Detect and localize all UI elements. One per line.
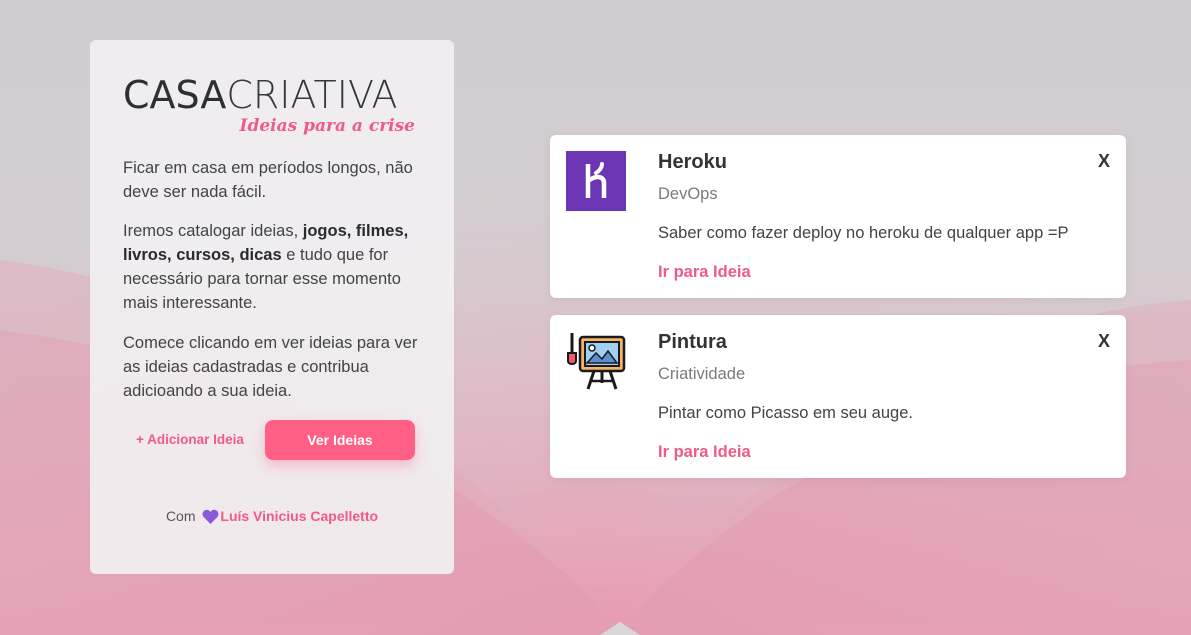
idea-title: Pintura	[658, 331, 727, 353]
idea-title: Heroku	[658, 151, 727, 173]
sidebar-panel: CASACRIATIVA Ideias para a crise Ficar e…	[90, 40, 454, 574]
painting-easel-icon	[566, 331, 626, 391]
logo: CASACRIATIVA Ideias para a crise	[123, 76, 423, 136]
go-to-idea-link[interactable]: Ir para Ideia	[658, 263, 751, 282]
heart-icon	[202, 509, 219, 527]
catalog-paragraph: Iremos catalogar ideias, jogos, filmes, …	[123, 219, 423, 315]
credit-line: Com Luís Vinicius Capelletto	[90, 508, 454, 527]
logo-subtitle: Ideias para a crise	[239, 116, 416, 136]
credit-prefix: Com	[165, 508, 196, 524]
delete-idea-button[interactable]: X	[1098, 331, 1110, 352]
idea-category: DevOps	[658, 185, 718, 203]
idea-description: Pintar como Picasso em seu auge.	[658, 404, 913, 422]
idea-card: Pintura Criatividade Pintar como Picasso…	[550, 315, 1126, 478]
cta-paragraph: Comece clicando em ver ideias para ver a…	[123, 334, 418, 400]
logo-title-criativa: CRIATIVA	[226, 73, 398, 117]
intro-paragraph: Ficar em casa em períodos longos, não de…	[123, 159, 413, 201]
logo-title-casa: CASA	[123, 73, 227, 117]
add-idea-link[interactable]: + Adicionar Ideia	[136, 432, 244, 447]
catalog-paragraph-prefix: Iremos catalogar ideias,	[123, 222, 303, 240]
delete-idea-button[interactable]: X	[1098, 151, 1110, 172]
idea-card: Heroku DevOps Saber como fazer deploy no…	[550, 135, 1126, 298]
logo-title: CASACRIATIVA	[123, 76, 423, 114]
go-to-idea-link[interactable]: Ir para Ideia	[658, 443, 751, 462]
idea-description: Saber como fazer deploy no heroku de qua…	[658, 224, 1069, 242]
view-ideas-button[interactable]: Ver Ideias	[265, 420, 415, 460]
credit-author: Luís Vinicius Capelletto	[220, 508, 379, 524]
heroku-logo-icon	[566, 151, 626, 211]
idea-category: Criatividade	[658, 365, 746, 383]
